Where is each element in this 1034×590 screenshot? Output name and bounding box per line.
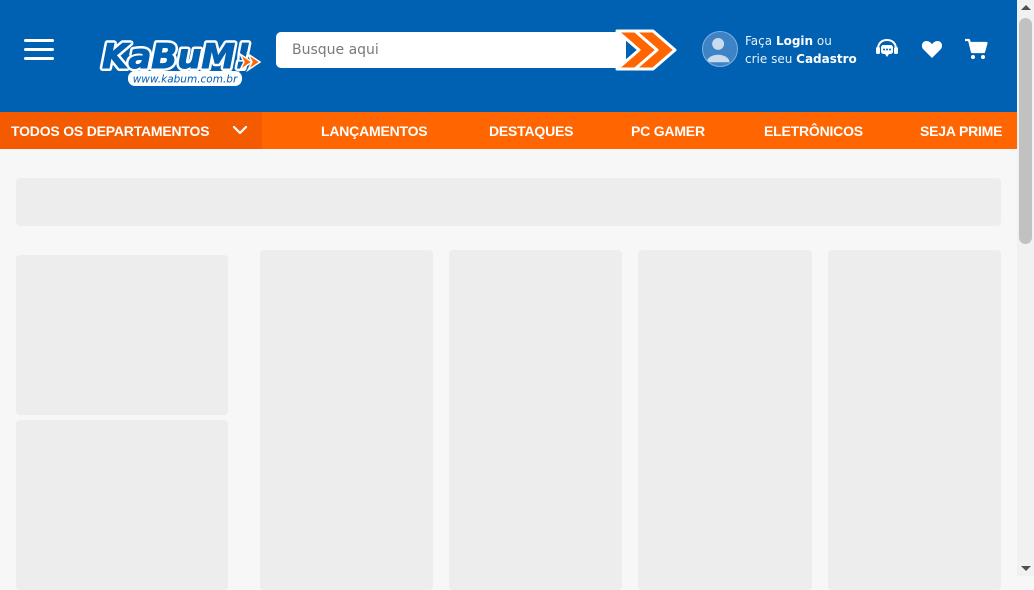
category-nav: TODOS OS DEPARTAMENTOS LANÇAMENTOS DESTA… (0, 112, 1017, 149)
kabum-logo-graphic: KaBuM! KaBuM! www.kabum.com.br (99, 34, 262, 86)
logo-url-text: www.kabum.com.br (133, 74, 238, 86)
cart-icon[interactable] (963, 36, 989, 62)
search-input[interactable] (276, 32, 606, 68)
nav-link-pc-gamer[interactable]: PC GAMER (631, 123, 705, 139)
scroll-up-arrow-icon[interactable] (1021, 5, 1031, 10)
skeleton-banner (16, 178, 1001, 226)
menu-icon[interactable] (24, 39, 54, 61)
departments-label: TODOS OS DEPARTAMENTOS (11, 123, 210, 139)
chevron-down-icon (232, 125, 248, 135)
skeleton-product-card (449, 250, 622, 590)
nav-link-destaques[interactable]: DESTAQUES (489, 123, 573, 139)
scroll-down-arrow-icon[interactable] (1021, 566, 1031, 571)
support-chat-icon[interactable] (874, 36, 900, 62)
kabum-logo[interactable]: KaBuM! KaBuM! www.kabum.com.br (99, 28, 262, 88)
user-avatar-icon[interactable] (702, 31, 738, 67)
nav-link-lancamentos[interactable]: LANÇAMENTOS (321, 123, 428, 139)
heart-icon[interactable] (919, 36, 945, 62)
account-area[interactable]: Faça Login ou crie seu Cadastro (702, 31, 862, 71)
skeleton-sidebar-block (16, 420, 228, 590)
nav-link-seja-prime[interactable]: SEJA PRIME (920, 123, 1002, 139)
departments-dropdown[interactable]: TODOS OS DEPARTAMENTOS (0, 112, 262, 149)
skeleton-product-card (828, 250, 1001, 590)
search-arrows-icon[interactable] (611, 25, 679, 75)
register-prefix: crie seu (745, 52, 793, 66)
account-text: Faça Login ou crie seu Cadastro (745, 32, 865, 68)
login-prefix: Faça (745, 34, 773, 48)
login-link[interactable]: Login (776, 34, 813, 48)
login-suffix: ou (816, 34, 832, 48)
nav-link-eletronicos[interactable]: ELETRÔNICOS (764, 123, 863, 139)
register-link[interactable]: Cadastro (796, 52, 857, 66)
skeleton-product-card (260, 250, 433, 590)
scrollbar-thumb[interactable] (1019, 18, 1032, 244)
skeleton-product-card (638, 250, 812, 590)
skeleton-sidebar-block (16, 255, 228, 415)
search-bar (276, 32, 626, 68)
site-header: KaBuM! KaBuM! www.kabum.com.br Faça Logi… (0, 0, 1017, 112)
